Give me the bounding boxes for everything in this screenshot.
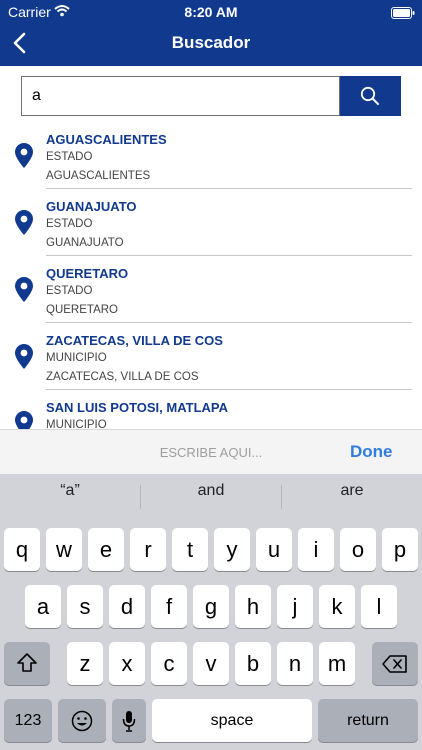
result-name: AGUASCALIENTES [46, 132, 167, 147]
divider [46, 389, 412, 390]
status-time: 8:20 AM [184, 4, 238, 20]
key[interactable]: a [25, 585, 61, 628]
key[interactable]: x [109, 642, 145, 685]
key[interactable]: o [340, 528, 376, 571]
location-pin-icon [15, 210, 33, 240]
key[interactable]: t [172, 528, 208, 571]
delete-key[interactable] [372, 642, 418, 685]
location-pin-icon [15, 411, 33, 429]
suggestion[interactable]: “a” [0, 482, 140, 500]
result-item[interactable]: QUERETARO ESTADO QUERETARO [0, 258, 422, 325]
key[interactable]: m [319, 642, 355, 685]
result-name: ZACATECAS, VILLA DE COS [46, 333, 223, 348]
result-detail: QUERETARO [46, 304, 118, 316]
key[interactable]: f [151, 585, 187, 628]
key[interactable]: l [361, 585, 397, 628]
key[interactable]: u [256, 528, 292, 571]
shift-icon [17, 653, 37, 672]
key[interactable]: r [130, 528, 166, 571]
key[interactable]: s [67, 585, 103, 628]
microphone-icon [122, 711, 136, 732]
result-item[interactable]: SAN LUIS POTOSI, MATLAPA MUNICIPIO [0, 392, 422, 429]
key[interactable]: y [214, 528, 250, 571]
keyboard: “a” and are q w e r t y u i o p a s d f … [0, 474, 422, 750]
key[interactable]: h [235, 585, 271, 628]
result-type: ESTADO [46, 285, 93, 297]
result-item[interactable]: GUANAJUATO ESTADO GUANAJUATO [0, 191, 422, 258]
key[interactable]: k [319, 585, 355, 628]
result-detail: GUANAJUATO [46, 237, 124, 249]
key[interactable]: n [277, 642, 313, 685]
key[interactable]: g [193, 585, 229, 628]
navigation-bar: Carrier 8:20 AM Buscador [0, 0, 422, 66]
result-type: MUNICIPIO [46, 419, 107, 429]
done-button[interactable]: Done [350, 442, 393, 462]
backspace-icon [382, 655, 407, 673]
key[interactable]: v [193, 642, 229, 685]
location-pin-icon [15, 344, 33, 374]
key[interactable]: d [109, 585, 145, 628]
divider [46, 188, 412, 189]
search-button[interactable] [340, 76, 401, 116]
space-key[interactable]: space [152, 699, 312, 742]
suggestion[interactable]: and [141, 482, 281, 500]
magnifier-icon [360, 86, 379, 105]
emoji-key[interactable] [58, 699, 106, 742]
search-input[interactable] [21, 76, 340, 116]
location-pin-icon [15, 143, 33, 173]
result-detail: AGUASCALIENTES [46, 170, 151, 182]
result-name: GUANAJUATO [46, 199, 137, 214]
return-key[interactable]: return [318, 699, 418, 742]
key[interactable]: p [382, 528, 418, 571]
suggestion[interactable]: are [282, 482, 422, 500]
key[interactable]: w [46, 528, 82, 571]
divider [46, 255, 412, 256]
emoji-icon [71, 710, 93, 732]
key[interactable]: i [298, 528, 334, 571]
result-detail: ZACATECAS, VILLA DE COS [46, 371, 199, 383]
result-type: ESTADO [46, 218, 93, 230]
result-type: ESTADO [46, 151, 93, 163]
key[interactable]: c [151, 642, 187, 685]
keyboard-accessory-bar: ESCRIBE AQUI... Done [0, 429, 422, 475]
key[interactable]: z [67, 642, 103, 685]
result-name: QUERETARO [46, 266, 129, 281]
key[interactable]: e [88, 528, 124, 571]
numbers-key[interactable]: 123 [4, 699, 52, 742]
dictation-key[interactable] [112, 699, 146, 742]
key[interactable]: q [4, 528, 40, 571]
result-name: SAN LUIS POTOSI, MATLAPA [46, 400, 229, 415]
location-pin-icon [15, 277, 33, 307]
result-list: AGUASCALIENTES ESTADO AGUASCALIENTES GUA… [0, 124, 422, 429]
result-type: MUNICIPIO [46, 352, 107, 364]
key[interactable]: b [235, 642, 271, 685]
shift-key[interactable] [4, 642, 50, 685]
divider [46, 322, 412, 323]
result-item[interactable]: AGUASCALIENTES ESTADO AGUASCALIENTES [0, 124, 422, 191]
battery-icon [391, 6, 415, 24]
result-item[interactable]: ZACATECAS, VILLA DE COS MUNICIPIO ZACATE… [0, 325, 422, 392]
key[interactable]: j [277, 585, 313, 628]
page-title: Buscador [171, 33, 251, 52]
